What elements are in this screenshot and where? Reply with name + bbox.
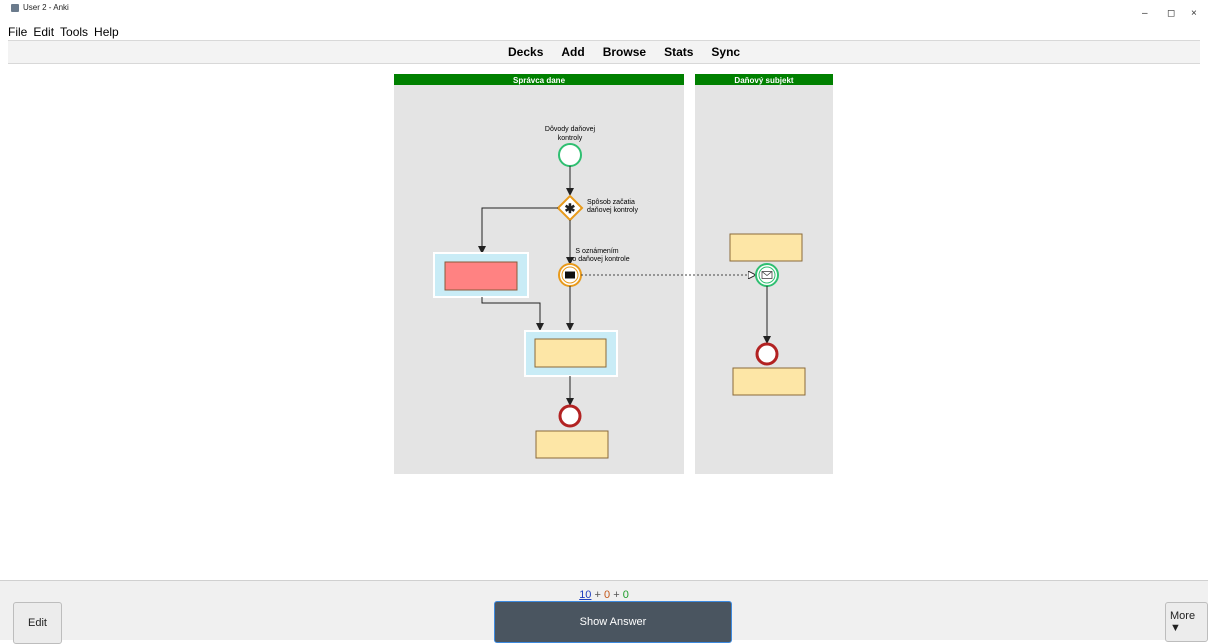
start-event-label-2: kontroly [558,135,583,142]
task-red-highlighted [433,252,529,298]
task-left-bottom [535,430,609,459]
count-new: 10 [579,589,592,601]
lane-left-title: Správca dane [513,76,566,85]
toolbar-stats[interactable]: Stats [664,45,693,59]
card-diagram: Správca dane Daňový subjekt Dôvody daňov… [394,74,833,474]
toolbar-sync[interactable]: Sync [711,45,740,59]
menu-edit[interactable]: Edit [33,25,54,39]
reviewer-bottom-bar: 10 + 0 + 0 Edit Show Answer More ▼ [0,580,1208,644]
show-answer-button[interactable]: Show Answer [494,601,732,643]
anki-app-icon [11,4,19,12]
count-review: 0 [622,589,629,601]
end-event-left [558,404,582,428]
end-event-right [755,342,779,366]
menu-file[interactable]: File [8,25,27,39]
title-bar: User 2 - Anki – ◻ × [0,0,1208,19]
count-sep-1: + [594,589,601,601]
count-learning: 0 [604,589,611,601]
toolbar-browse[interactable]: Browse [603,45,646,59]
start-event-label-1: Dôvody daňovej [545,126,596,133]
close-icon[interactable]: × [1191,9,1197,19]
menu-help[interactable]: Help [94,25,119,39]
edit-button[interactable]: Edit [13,602,62,644]
count-sep-2: + [613,589,620,601]
svg-text:✱: ✱ [565,201,576,216]
message-throw-event [558,263,582,287]
message-label-1: S oznámením [575,248,618,255]
start-event [558,143,582,167]
message-label-2: o daňovej kontrole [572,256,629,263]
menu-tools[interactable]: Tools [60,25,88,39]
gateway-label-1: Spôsob začatia [587,199,635,206]
maximize-icon[interactable]: ◻ [1167,9,1175,19]
toolbar-add[interactable]: Add [561,45,584,59]
minimize-icon[interactable]: – [1142,9,1148,19]
lane-right-title: Daňový subjekt [734,76,793,85]
window-title: User 2 - Anki [23,3,69,12]
task-center-highlighted [524,330,618,377]
task-right-bottom [732,367,806,396]
task-right-top [729,233,803,262]
gateway-label-2: daňovej kontroly [587,207,638,214]
toolbar-decks[interactable]: Decks [508,45,543,59]
card-counts: 10 + 0 + 0 [0,589,1208,601]
more-button[interactable]: More ▼ [1165,602,1208,642]
message-catch-event [755,263,779,287]
main-toolbar: Decks Add Browse Stats Sync [8,40,1200,64]
menu-bar: File Edit Tools Help [8,25,119,39]
